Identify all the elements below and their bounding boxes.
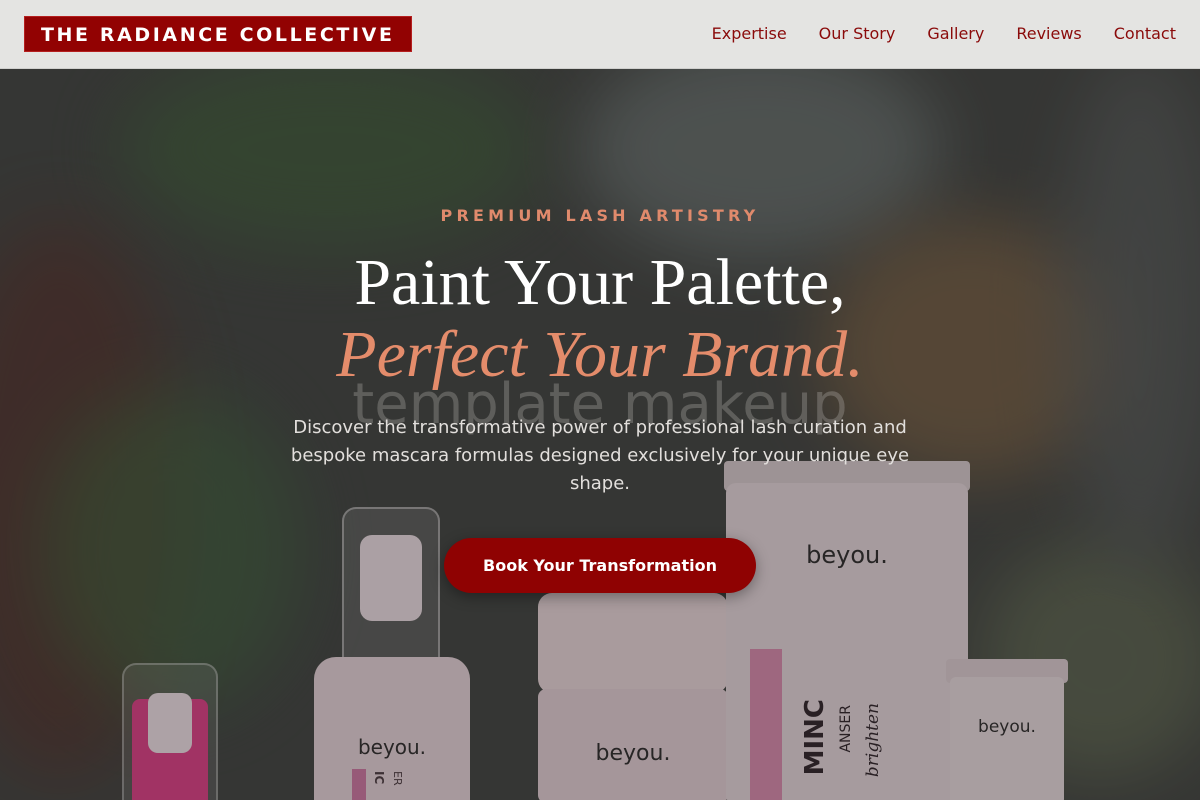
site-header: THE RADIANCE COLLECTIVE Expertise Our St… (0, 0, 1200, 69)
nav-link-reviews[interactable]: Reviews (1016, 24, 1081, 44)
nav-link-gallery[interactable]: Gallery (927, 24, 984, 44)
book-transformation-button[interactable]: Book Your Transformation (444, 538, 756, 593)
hero-section: PREMIUM LASH ARTISTRY Paint Your Palette… (0, 69, 1200, 800)
hero-headline-line1: Paint Your Palette, (354, 246, 846, 319)
brand-logo[interactable]: THE RADIANCE COLLECTIVE (24, 16, 412, 52)
nav-link-expertise[interactable]: Expertise (712, 24, 787, 44)
hero-eyebrow: PREMIUM LASH ARTISTRY (440, 206, 760, 225)
hero-description: Discover the transformative power of pro… (290, 417, 910, 494)
nav-link-contact[interactable]: Contact (1114, 24, 1176, 44)
nav-link-our-story[interactable]: Our Story (819, 24, 896, 44)
main-nav: Expertise Our Story Gallery Reviews Cont… (712, 24, 1176, 44)
